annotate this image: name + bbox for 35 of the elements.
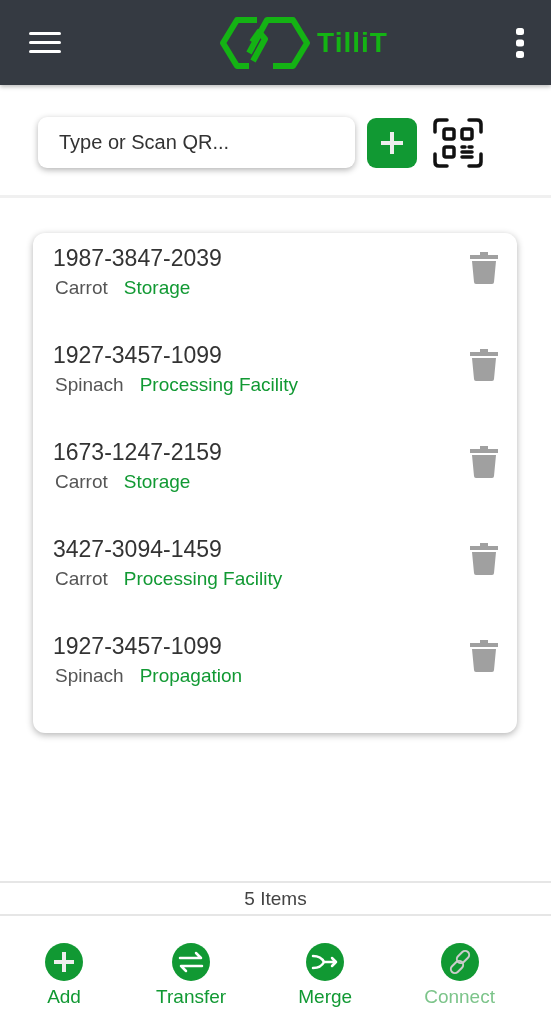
location-name: Storage: [123, 277, 191, 299]
trash-icon[interactable]: [469, 348, 499, 382]
product-name: Spinach: [55, 665, 124, 687]
trash-icon[interactable]: [469, 542, 499, 576]
brand-name: TilliT: [317, 26, 388, 59]
link-icon: [439, 942, 480, 982]
nav-action[interactable]: Merge: [298, 942, 353, 1008]
search-field[interactable]: Type or Scan QR...: [38, 117, 355, 168]
item-count: 5 Items: [244, 887, 307, 910]
item-code: 1927-3457-1099: [53, 633, 223, 660]
product-name: Carrot: [55, 277, 108, 299]
nav-action[interactable]: Transfer: [156, 942, 227, 1008]
plus-icon: [379, 129, 405, 156]
plus-icon: [44, 942, 85, 982]
location-name: Propagation: [139, 665, 243, 687]
qr-scan-icon[interactable]: [433, 117, 483, 168]
item-code: 1987-3847-2039: [53, 245, 222, 272]
trash-icon[interactable]: [469, 639, 499, 673]
item-code: 1927-3457-1099: [53, 342, 223, 369]
swap-arrows-icon: [171, 942, 212, 982]
item-code: 1673-1247-2159: [53, 439, 222, 466]
product-name: Carrot: [55, 471, 108, 493]
add-button[interactable]: [367, 117, 417, 168]
trash-icon[interactable]: [469, 445, 499, 479]
item-code: 3427-3094-1459: [53, 536, 223, 563]
product-name: Carrot: [55, 568, 108, 590]
nav-action[interactable]: Add: [44, 942, 85, 1008]
location-name: Processing Facility: [123, 568, 283, 590]
trash-icon[interactable]: [469, 251, 499, 285]
location-name: Processing Facility: [139, 374, 299, 396]
location-name: Storage: [123, 471, 191, 493]
menu-icon[interactable]: [28, 29, 62, 56]
more-options-icon[interactable]: [515, 26, 525, 59]
logo-icon: [219, 16, 312, 69]
product-name: Spinach: [55, 374, 124, 396]
